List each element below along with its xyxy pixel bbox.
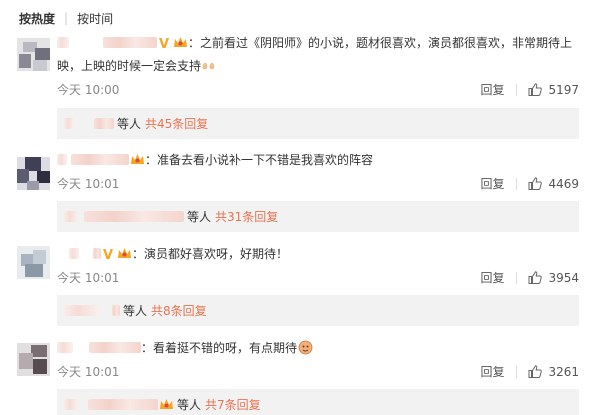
like-count: 4469 bbox=[548, 176, 579, 191]
username-blurred[interactable] bbox=[88, 399, 158, 410]
avatar[interactable] bbox=[17, 343, 50, 376]
comment-time: 今天 10:01 bbox=[57, 271, 120, 285]
replies-who: 等人 bbox=[123, 304, 148, 318]
avatar[interactable] bbox=[17, 157, 50, 190]
replies-box: 等人 共45条回复 bbox=[57, 108, 579, 139]
replies-box: 等人 共8条回复 bbox=[57, 295, 579, 326]
username-blurred[interactable] bbox=[57, 37, 69, 48]
username-blurred[interactable] bbox=[103, 37, 157, 48]
comment-text: 映，上映的时候一定会支持 bbox=[57, 59, 202, 73]
comment-text: ：演员都好喜欢呀，好期待！ bbox=[132, 247, 289, 261]
replies-who: 等人 bbox=[187, 210, 212, 224]
comment-text: ：看着挺不错的呀，有点期待 bbox=[141, 341, 298, 355]
sort-by-time-tab[interactable]: 按时间 bbox=[77, 10, 113, 27]
crown-icon bbox=[118, 248, 131, 258]
reply-button[interactable]: 回复 bbox=[480, 175, 504, 192]
verified-v-icon: V bbox=[103, 248, 114, 263]
verified-v-icon: V bbox=[159, 37, 170, 52]
username-blurred[interactable] bbox=[84, 211, 184, 222]
comment-time: 今天 10:00 bbox=[57, 83, 120, 97]
reply-button[interactable]: 回复 bbox=[480, 269, 504, 286]
replies-box: 等人 共31条回复 bbox=[57, 201, 579, 232]
username-blurred[interactable] bbox=[64, 305, 100, 316]
crown-icon bbox=[174, 37, 187, 47]
comment-time: 今天 10:01 bbox=[57, 177, 120, 191]
sort-divider: | bbox=[64, 11, 69, 25]
username-blurred[interactable] bbox=[64, 399, 78, 410]
replies-who: 等人 bbox=[177, 398, 202, 412]
thumbs-up-icon bbox=[528, 83, 543, 96]
divider bbox=[516, 83, 518, 96]
username-blurred[interactable] bbox=[89, 342, 141, 353]
replies-who: 等人 bbox=[117, 117, 142, 131]
crown-icon bbox=[131, 154, 144, 164]
like-button[interactable]: 4469 bbox=[528, 177, 579, 191]
like-button[interactable]: 3954 bbox=[528, 271, 579, 285]
divider bbox=[516, 271, 518, 284]
peeking-emoji-icon bbox=[298, 340, 313, 355]
divider bbox=[516, 177, 518, 190]
replies-box: 等人 共7条回复 bbox=[57, 389, 579, 415]
username-blurred[interactable] bbox=[71, 154, 129, 165]
clap-emoji-icon bbox=[202, 62, 215, 70]
username-blurred[interactable] bbox=[93, 248, 101, 259]
sort-bar: 按热度 | 按时间 bbox=[19, 9, 113, 27]
replies-count-link[interactable]: 共8条回复 bbox=[151, 302, 207, 319]
thumbs-up-icon bbox=[528, 177, 543, 190]
comment-text: ：之前看过《阴阳师》的小说，题材很喜欢，演员都很喜欢，非常期待上 bbox=[188, 36, 573, 50]
like-count: 3954 bbox=[548, 270, 579, 285]
username-blurred[interactable] bbox=[57, 154, 67, 165]
replies-count-link[interactable]: 共7条回复 bbox=[205, 396, 261, 413]
comment-time: 今天 10:01 bbox=[57, 365, 120, 379]
replies-count-link[interactable]: 共31条回复 bbox=[215, 208, 278, 225]
avatar[interactable] bbox=[17, 246, 50, 279]
avatar[interactable] bbox=[17, 38, 50, 71]
like-count: 3261 bbox=[548, 364, 579, 379]
crown-icon bbox=[160, 399, 173, 409]
username-blurred[interactable] bbox=[64, 118, 74, 129]
username-blurred[interactable] bbox=[64, 211, 78, 222]
like-count: 5197 bbox=[548, 82, 579, 97]
thumbs-up-icon bbox=[528, 271, 543, 284]
username-blurred[interactable] bbox=[94, 118, 114, 129]
reply-button[interactable]: 回复 bbox=[480, 81, 504, 98]
reply-button[interactable]: 回复 bbox=[480, 363, 504, 380]
comment-text: ：准备去看小说补一下不错是我喜欢的阵容 bbox=[145, 153, 374, 167]
like-button[interactable]: 5197 bbox=[528, 83, 579, 97]
thumbs-up-icon bbox=[528, 365, 543, 378]
sort-by-hot-tab[interactable]: 按热度 bbox=[19, 10, 55, 27]
username-blurred[interactable] bbox=[57, 342, 73, 353]
divider bbox=[516, 365, 518, 378]
replies-count-link[interactable]: 共45条回复 bbox=[145, 115, 208, 132]
username-blurred[interactable] bbox=[112, 305, 120, 316]
like-button[interactable]: 3261 bbox=[528, 365, 579, 379]
username-blurred[interactable] bbox=[69, 248, 79, 259]
